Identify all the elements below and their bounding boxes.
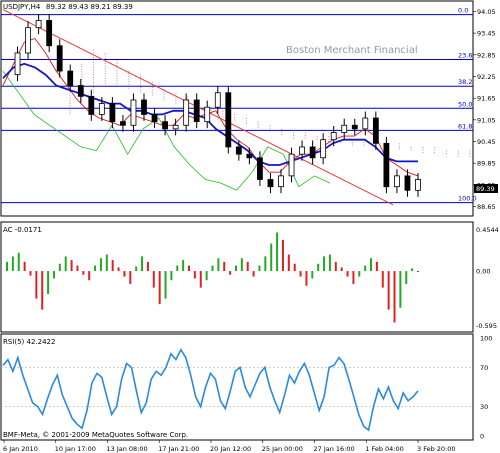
ma-blue-line	[2, 62, 418, 166]
trading-chart: 0.0 23.6 38.2 50.0 61.8 100.0 94.05 93.45 92.85…	[0, 0, 499, 453]
candle-body	[130, 99, 137, 126]
candle-body	[257, 157, 263, 180]
candle-body	[67, 70, 74, 86]
ac-pane	[0, 221, 474, 333]
candle-body	[246, 153, 253, 159]
candle-body	[288, 153, 295, 177]
price-tick-label: 90.45	[477, 138, 496, 146]
time-tick-label: 13 Jan 08:00	[107, 445, 148, 453]
ac-histogram	[6, 232, 419, 323]
candle-body	[204, 106, 211, 123]
time-tick-label: 6 Jan 2010	[3, 445, 38, 453]
ichimoku-cloud	[69, 49, 471, 158]
price-tick-label: 92.85	[477, 51, 496, 59]
price-tick-label: 91.05	[477, 116, 496, 124]
candle-body	[120, 121, 126, 126]
candle-body	[56, 45, 63, 72]
candle-body	[183, 99, 190, 126]
price-tick-label: 94.05	[477, 8, 496, 16]
candle-body	[141, 99, 147, 115]
time-tick-label: 27 Jan 16:00	[314, 445, 355, 453]
candle-body	[267, 179, 274, 188]
candle-body	[162, 121, 168, 130]
candle-body	[35, 20, 42, 29]
candle-body	[151, 114, 158, 123]
rsi-pane	[0, 333, 474, 441]
rsi-line-group	[1, 348, 473, 432]
copyright-text: BMF-Meta, © 2001-2009 MetaQuotes Softwar…	[3, 431, 188, 439]
ac-title: AC -0.0171	[3, 226, 42, 234]
candle-body	[77, 85, 84, 97]
candle-body	[25, 27, 31, 54]
fib-label: 100.0	[458, 195, 477, 203]
candle-body	[320, 139, 327, 159]
current-price-label: 89.39	[476, 185, 495, 193]
time-tick-label: 10 Jan 17:00	[55, 445, 96, 453]
rsi-tick-label: 100	[480, 335, 492, 343]
rsi-tick-label: 0	[480, 433, 484, 441]
ohlc-values: 89.32 89.43 89.21 89.39	[46, 3, 133, 11]
y-axis-ticks: 94.05 93.45 92.85 92.25 91.65 91.05 90.45 89.85…	[473, 8, 499, 441]
candle-body	[372, 117, 379, 144]
candle-body	[383, 142, 390, 188]
candle-body	[299, 146, 305, 155]
candle-body	[415, 179, 421, 191]
candle-body	[172, 124, 179, 130]
candle-body	[278, 175, 284, 188]
price-title: USDJPY,H4	[3, 3, 41, 11]
rsi-tick-label: 30	[480, 403, 488, 411]
time-tick-label: 25 Jan 00:00	[262, 445, 303, 453]
candle-body	[14, 52, 21, 76]
candle-body	[330, 132, 337, 141]
time-tick-label: 17 Jan 21:00	[158, 445, 199, 453]
candlesticks	[14, 13, 421, 197]
ac-tick-label: 0.4544	[476, 226, 499, 234]
fib-label: 38.2	[458, 78, 472, 86]
rsi-tick-label: 70	[480, 364, 488, 372]
price-tick-label: 93.45	[477, 30, 496, 38]
watermark: Boston Merchant Financial	[286, 45, 418, 56]
price-indicator-lines	[2, 9, 419, 206]
fib-label: 23.6	[458, 51, 472, 59]
price-tick-label: 92.25	[477, 73, 496, 81]
candle-body	[404, 175, 411, 191]
candle-body	[214, 92, 221, 108]
candle-body	[88, 95, 95, 115]
candle-body	[193, 99, 200, 123]
candle-body	[341, 124, 348, 133]
price-tick-label: 89.85	[477, 160, 496, 168]
ac-tick-label: -0.595	[476, 322, 497, 330]
rsi-line	[2, 348, 419, 432]
candle-body	[46, 20, 53, 47]
time-tick-label: 1 Feb 04:00	[365, 445, 404, 453]
candle-body	[98, 103, 105, 115]
fib-label: 61.8	[458, 122, 472, 130]
candle-body	[225, 92, 232, 148]
price-tick-label: 88.65	[477, 203, 496, 211]
candle-body	[351, 124, 358, 130]
candle-body	[235, 146, 242, 155]
x-axis-ticks: 6 Jan 2010 10 Jan 17:00 13 Jan 08:00 17 Jan…	[3, 440, 456, 453]
candle-body	[394, 175, 400, 188]
time-tick-label: 20 Jan 12:00	[210, 445, 251, 453]
price-tick-label: 91.65	[477, 95, 496, 103]
fibonacci-levels: 0.0 23.6 38.2 50.0 61.8 100.0	[1, 7, 477, 204]
candle-body	[109, 103, 116, 123]
time-tick-label: 3 Feb 20:00	[417, 445, 456, 453]
candle-body	[362, 117, 369, 130]
ac-tick-label: 0.00	[476, 268, 490, 276]
candle-body	[309, 146, 316, 159]
rsi-title: RSI(5) 42.2422	[3, 338, 55, 346]
fib-label: 0.0	[458, 7, 468, 15]
fib-label: 50.0	[458, 100, 472, 108]
